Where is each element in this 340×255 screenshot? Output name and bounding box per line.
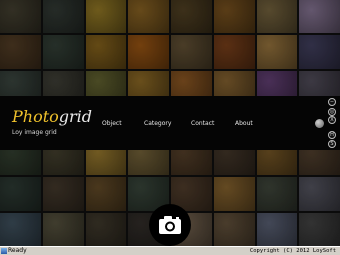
status-text: Ready — [8, 247, 27, 254]
photo-tile[interactable] — [0, 212, 41, 246]
photo-tile[interactable] — [0, 0, 41, 34]
photo-tile[interactable] — [213, 35, 255, 69]
photo-tile[interactable] — [42, 177, 84, 211]
photo-tile[interactable] — [213, 0, 255, 34]
photo-tile[interactable] — [299, 212, 340, 246]
share-button[interactable]: S — [328, 140, 336, 148]
photo-tile[interactable] — [256, 177, 298, 211]
help-button[interactable]: H — [328, 131, 336, 139]
photo-tile[interactable] — [0, 35, 41, 69]
copyright-text: Copyright (C) 2012 LoySoft — [249, 248, 336, 254]
photo-tile[interactable] — [256, 212, 298, 246]
photo-tile[interactable] — [299, 0, 340, 34]
close-button[interactable]: X — [328, 116, 336, 124]
photo-tile[interactable] — [0, 177, 41, 211]
photo-tile[interactable] — [171, 35, 212, 69]
photo-tile[interactable] — [85, 35, 127, 69]
logo-title-photo: Photo — [12, 107, 59, 126]
photo-tile[interactable] — [299, 35, 340, 69]
photo-tile[interactable] — [299, 177, 340, 211]
logo-title: Photogrid — [12, 108, 92, 126]
settings-button[interactable]: ◎ — [328, 108, 336, 116]
photo-tile[interactable] — [213, 212, 255, 246]
photo-tile[interactable] — [256, 0, 298, 34]
photo-tile[interactable] — [85, 212, 127, 246]
photo-tile[interactable] — [213, 177, 255, 211]
status-bar: Ready Copyright (C) 2012 LoySoft — [0, 246, 340, 255]
camera-icon — [159, 216, 181, 234]
nav-about[interactable]: About — [235, 120, 253, 127]
photo-tile[interactable] — [85, 0, 127, 34]
photo-tile[interactable] — [128, 35, 169, 69]
app-icon — [1, 248, 7, 254]
photo-tile[interactable] — [85, 177, 127, 211]
logo-subtitle: Loy image grid — [12, 129, 57, 136]
camera-button[interactable] — [149, 204, 191, 246]
photo-tile[interactable] — [256, 35, 298, 69]
nav-contact[interactable]: Contact — [191, 120, 214, 127]
photo-tile[interactable] — [42, 35, 84, 69]
nav-category[interactable]: Category — [144, 120, 171, 127]
minimize-button[interactable]: − — [328, 98, 336, 106]
photo-tile[interactable] — [42, 0, 84, 34]
photo-tile[interactable] — [171, 0, 212, 34]
nav-object[interactable]: Object — [102, 120, 122, 127]
logo-title-grid: grid — [58, 107, 93, 126]
photo-tile[interactable] — [128, 0, 169, 34]
nav-knob-button[interactable] — [315, 119, 324, 128]
photo-tile[interactable] — [42, 212, 84, 246]
